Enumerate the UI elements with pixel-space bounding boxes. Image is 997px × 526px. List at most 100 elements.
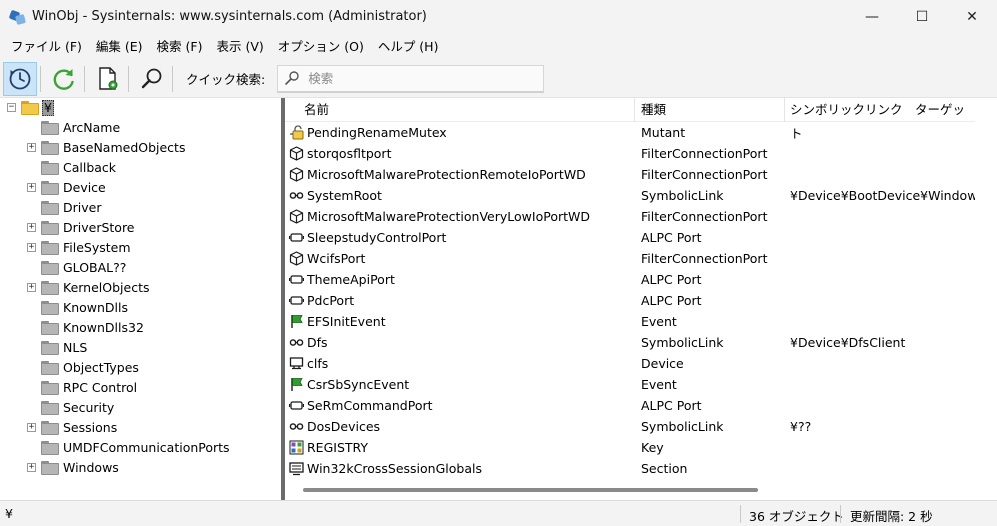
list-item[interactable]: PendingRenameMutex Mutant <box>285 122 975 143</box>
tree-item-label[interactable]: KnownDlls32 <box>63 320 144 335</box>
menu-edit[interactable]: 編集 (E) <box>89 33 150 60</box>
close-button[interactable]: ✕ <box>947 0 997 33</box>
open-folder-icon <box>21 101 39 115</box>
tree-item-label[interactable]: NLS <box>63 340 87 355</box>
expand-icon[interactable]: + <box>27 423 36 432</box>
tree-item-label[interactable]: ArcName <box>63 120 120 135</box>
list-item[interactable]: EFSInitEvent Event <box>285 311 975 332</box>
tree-root-label[interactable]: ¥ <box>42 100 54 116</box>
list-item[interactable]: Dfs SymbolicLink ¥Device¥DfsClient <box>285 332 975 353</box>
tree-item-label[interactable]: Callback <box>63 160 116 175</box>
expand-icon[interactable]: + <box>27 223 36 232</box>
object-name: CsrSbSyncEvent <box>307 377 410 392</box>
list-item[interactable]: storqosfltport FilterConnectionPort <box>285 143 975 164</box>
tree-item[interactable]: GLOBAL?? <box>0 258 281 278</box>
object-name: DosDevices <box>307 419 381 434</box>
filter-port-icon <box>289 167 304 182</box>
tree-item-label[interactable]: Security <box>63 400 114 415</box>
tree-item-label[interactable]: UMDFCommunicationPorts <box>63 440 230 455</box>
tree-item-label[interactable]: Windows <box>63 460 119 475</box>
vertical-scrollbar[interactable] <box>975 98 997 500</box>
list-item[interactable]: Win32kCrossSessionGlobals Section <box>285 458 975 479</box>
list-item[interactable]: ThemeApiPort ALPC Port <box>285 269 975 290</box>
tree-item-label[interactable]: Sessions <box>63 420 117 435</box>
column-header-name[interactable]: 名前 <box>285 98 635 122</box>
search-icon <box>285 71 299 85</box>
object-type: FilterConnectionPort <box>641 209 768 224</box>
tree-item[interactable]: NLS <box>0 338 281 358</box>
object-list[interactable]: 名前 種類 シンボリックリンク ターゲット PendingRenameMutex… <box>285 98 997 500</box>
properties-button[interactable] <box>91 62 125 96</box>
tree-item-label[interactable]: KernelObjects <box>63 280 150 295</box>
folder-icon <box>41 381 59 395</box>
tree-item[interactable]: Security <box>0 398 281 418</box>
object-type: ALPC Port <box>641 293 702 308</box>
tree-item-label[interactable]: Device <box>63 180 106 195</box>
tree-item[interactable]: KnownDlls <box>0 298 281 318</box>
horizontal-scrollbar[interactable] <box>303 488 758 492</box>
tree-item[interactable]: + Windows <box>0 458 281 478</box>
column-header-type[interactable]: 種類 <box>635 98 785 122</box>
tree-item-label[interactable]: DriverStore <box>63 220 135 235</box>
auto-refresh-button[interactable] <box>3 61 37 96</box>
folder-icon <box>41 441 59 455</box>
list-item[interactable]: clfs Device <box>285 353 975 374</box>
tree-item-label[interactable]: KnownDlls <box>63 300 128 315</box>
object-type: FilterConnectionPort <box>641 146 768 161</box>
tree-item[interactable]: Callback <box>0 158 281 178</box>
list-item[interactable]: SystemRoot SymbolicLink ¥Device¥BootDevice… <box>285 185 984 206</box>
expand-icon[interactable]: + <box>27 183 36 192</box>
tree-item[interactable]: + Device <box>0 178 281 198</box>
tree-item[interactable]: + Sessions <box>0 418 281 438</box>
list-item[interactable]: WcifsPort FilterConnectionPort <box>285 248 975 269</box>
minimize-button[interactable]: — <box>847 0 897 33</box>
list-item[interactable]: MicrosoftMalwareProtectionVeryLowIoPortW… <box>285 206 975 227</box>
tree-item[interactable]: + KernelObjects <box>0 278 281 298</box>
menu-file[interactable]: ファイル (F) <box>4 33 89 60</box>
collapse-icon[interactable]: − <box>7 103 16 112</box>
column-header-link-target[interactable]: シンボリックリンク ターゲット <box>785 98 975 141</box>
tree-item-label[interactable]: ObjectTypes <box>63 360 139 375</box>
menu-options[interactable]: オプション (O) <box>271 33 371 60</box>
filter-port-icon <box>289 146 304 161</box>
tree-item[interactable]: + BaseNamedObjects <box>0 138 281 158</box>
list-item[interactable]: CsrSbSyncEvent Event <box>285 374 975 395</box>
tree-root[interactable]: − ¥ <box>0 98 281 118</box>
tree-item-label[interactable]: RPC Control <box>63 380 137 395</box>
tree-item[interactable]: + FileSystem <box>0 238 281 258</box>
tree-item-label[interactable]: BaseNamedObjects <box>63 140 185 155</box>
list-item[interactable]: MicrosoftMalwareProtectionRemoteIoPortWD… <box>285 164 975 185</box>
object-name: PendingRenameMutex <box>307 125 447 140</box>
expand-icon[interactable]: + <box>27 283 36 292</box>
list-item[interactable]: SleepstudyControlPort ALPC Port <box>285 227 975 248</box>
refresh-button[interactable] <box>47 62 81 96</box>
list-item[interactable]: SeRmCommandPort ALPC Port <box>285 395 975 416</box>
tree-item-label[interactable]: FileSystem <box>63 240 131 255</box>
tree-item[interactable]: RPC Control <box>0 378 281 398</box>
list-item[interactable]: REGISTRY Key <box>285 437 975 458</box>
tree-item-label[interactable]: Driver <box>63 200 101 215</box>
list-item[interactable]: DosDevices SymbolicLink ¥?? <box>285 416 975 437</box>
tree-item[interactable]: ArcName <box>0 118 281 138</box>
window-title: WinObj - Sysinternals: www.sysinternals.… <box>32 9 427 24</box>
menu-search[interactable]: 検索 (F) <box>150 33 210 60</box>
maximize-button[interactable]: ☐ <box>897 0 947 33</box>
quick-search-input[interactable] <box>308 70 539 86</box>
tree-item[interactable]: KnownDlls32 <box>0 318 281 338</box>
object-name: SeRmCommandPort <box>307 398 433 413</box>
quick-search-box[interactable] <box>277 64 545 93</box>
namespace-tree[interactable]: − ¥ ArcName + BaseNamedObjects Callback + Dev… <box>0 98 281 500</box>
menu-help[interactable]: ヘルプ (H) <box>371 33 446 60</box>
tree-item[interactable]: ObjectTypes <box>0 358 281 378</box>
object-name: EFSInitEvent <box>307 314 386 329</box>
find-button[interactable] <box>135 62 169 96</box>
list-item[interactable]: PdcPort ALPC Port <box>285 290 975 311</box>
tree-item[interactable]: UMDFCommunicationPorts <box>0 438 281 458</box>
tree-item-label[interactable]: GLOBAL?? <box>63 260 126 275</box>
expand-icon[interactable]: + <box>27 243 36 252</box>
tree-item[interactable]: + DriverStore <box>0 218 281 238</box>
tree-item[interactable]: Driver <box>0 198 281 218</box>
menu-view[interactable]: 表示 (V) <box>209 33 270 60</box>
expand-icon[interactable]: + <box>27 463 36 472</box>
expand-icon[interactable]: + <box>27 143 36 152</box>
